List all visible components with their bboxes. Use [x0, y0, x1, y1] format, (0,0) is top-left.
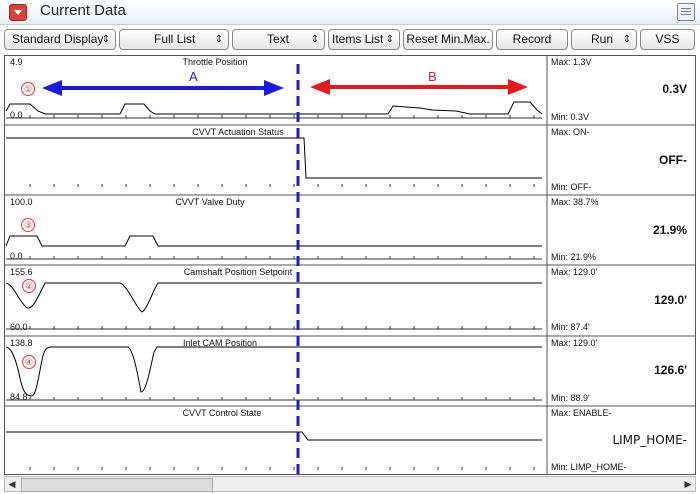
panel-max-value: Max: ENABLE-	[551, 408, 612, 418]
scroll-right-icon[interactable]: ▶	[681, 477, 695, 491]
panel-current-value: 126.6'	[654, 363, 687, 377]
region-b-label: B	[428, 69, 437, 84]
marker-1-icon: ①	[21, 82, 35, 96]
panel-title: Camshaft Position Setpoint	[183, 267, 293, 277]
panel-title: CVVT Control State	[182, 408, 262, 418]
scrollbar-thumb[interactable]	[21, 478, 213, 492]
region-a-arrow	[42, 80, 284, 96]
panel-scale-min: 0.0	[10, 251, 23, 261]
panel-current-value: LIMP_HOME-	[612, 433, 687, 447]
marker-3-icon: ③	[21, 218, 35, 232]
trace-throttle-position	[5, 101, 543, 115]
panel-current-value: 0.3V	[662, 82, 687, 96]
panel-scale-max: 100.0	[10, 197, 33, 207]
panel-min-value: Min: 87.4'	[551, 322, 590, 332]
horizontal-scrollbar[interactable]: ◀ ▶	[4, 476, 696, 492]
panel-scale-min: 84.8	[10, 392, 28, 402]
panel-scale-min: 0.0	[10, 110, 23, 120]
panel-current-value: 21.9%	[652, 223, 687, 237]
panel-min-value: Min: 88.9'	[551, 393, 590, 403]
panel-title: CVVT Actuation Status	[192, 127, 284, 137]
panel-max-value: Max: 129.0'	[551, 267, 598, 277]
trace-cvvt-control-state	[6, 431, 542, 441]
panel-min-value: Min: 0.3V	[551, 112, 590, 122]
panel-scale-max: 4.9	[10, 57, 23, 67]
graph-svg	[4, 55, 696, 475]
axis-ticks	[29, 115, 535, 470]
panel-title: Throttle Position	[182, 57, 248, 67]
trace-cvvt-actuation-status	[6, 137, 542, 179]
panel-min-value: Min: OFF-	[551, 182, 592, 192]
panel-min-value: Min: LIMP_HOME-	[551, 462, 627, 472]
panel-current-value: OFF-	[659, 153, 687, 167]
trace-inlet-cam-position	[5, 346, 542, 397]
panel-max-value: Max: 129.0'	[551, 338, 598, 348]
region-b-arrow	[310, 79, 528, 95]
panel-scale-max: 138.8	[10, 338, 33, 348]
trace-cvvt-valve-duty	[5, 235, 542, 247]
panel-max-value: Max: ON-	[551, 127, 590, 137]
scroll-left-icon[interactable]: ◀	[5, 477, 19, 491]
marker-4-icon: ④	[22, 355, 36, 369]
trace-camshaft-position-setpoint	[5, 282, 542, 313]
panel-scale-max: 155.6	[10, 267, 33, 277]
panel-max-value: Max: 1.3V	[551, 57, 592, 67]
panel-title: CVVT Valve Duty	[175, 197, 245, 207]
panel-current-value: 129.0'	[654, 293, 687, 307]
panel-title: Inlet CAM Position	[182, 338, 258, 348]
region-a-label: A	[189, 69, 198, 84]
panel-scale-min: 60.0	[10, 322, 28, 332]
panel-min-value: Min: 21.9%	[551, 252, 597, 262]
panel-max-value: Max: 38.7%	[551, 197, 599, 207]
marker-2-icon: ②	[22, 279, 36, 293]
